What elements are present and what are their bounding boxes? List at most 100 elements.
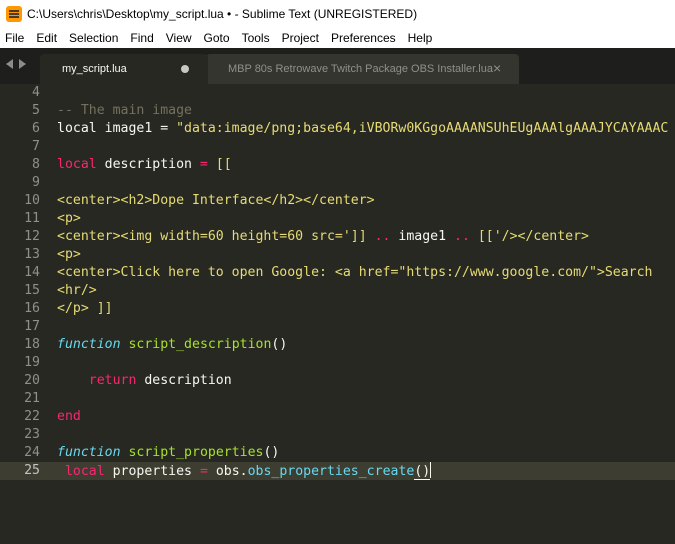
code-token: [[ bbox=[207, 157, 232, 172]
close-icon[interactable]: × bbox=[493, 60, 501, 76]
menu-selection[interactable]: Selection bbox=[64, 31, 125, 45]
code-text: <center>Click here to open Google: <a hr… bbox=[57, 264, 652, 282]
code-token: [['/></center> bbox=[469, 229, 589, 244]
code-line[interactable]: 20 return description bbox=[0, 372, 675, 390]
code-line[interactable]: 12 <center><img width=60 height=60 src=']… bbox=[0, 228, 675, 246]
line-number: 6 bbox=[32, 121, 40, 136]
code-line[interactable]: 21 bbox=[0, 390, 675, 408]
code-token: .. bbox=[366, 229, 391, 244]
menu-goto[interactable]: Goto bbox=[199, 31, 237, 45]
code-line[interactable]: 15 <hr/> bbox=[0, 282, 675, 300]
line-number: 12 bbox=[24, 229, 40, 244]
window-title: C:\Users\chris\Desktop\my_script.lua • -… bbox=[27, 6, 418, 21]
code-line[interactable]: 19 bbox=[0, 354, 675, 372]
code-text: <center><img width=60 height=60 src=']] … bbox=[57, 228, 589, 246]
menu-view[interactable]: View bbox=[161, 31, 199, 45]
code-text: local properties = obs.obs_properties_cr… bbox=[57, 462, 432, 481]
line-number: 5 bbox=[32, 103, 40, 118]
tab-label: my_script.lua bbox=[62, 63, 127, 75]
code-line[interactable]: 22 end bbox=[0, 408, 675, 426]
code-token: obs_properties_create bbox=[247, 464, 415, 479]
code-line[interactable]: 4 bbox=[0, 84, 675, 102]
code-line[interactable]: 16 </p> ]] bbox=[0, 300, 675, 318]
text-caret bbox=[430, 462, 432, 478]
code-token: <center>Click here to open Google: <a hr… bbox=[57, 265, 653, 280]
code-token: obs. bbox=[207, 464, 248, 479]
line-number: 24 bbox=[24, 445, 40, 460]
menu-tools[interactable]: Tools bbox=[237, 31, 277, 45]
code-line[interactable]: 11 <p> bbox=[0, 210, 675, 228]
chevron-right-icon[interactable] bbox=[19, 59, 26, 69]
code-token: <p> bbox=[57, 247, 81, 262]
code-token: image1 bbox=[390, 229, 455, 244]
code-token: () bbox=[271, 337, 288, 352]
line-number: 8 bbox=[32, 157, 40, 172]
line-number: 11 bbox=[24, 211, 40, 226]
code-token: "data:image/png;base64,iVBORw0KGgoAAAANS… bbox=[176, 121, 669, 136]
code-editor[interactable]: 4 5 -- The main image 6 local image1 = "data… bbox=[0, 84, 675, 544]
code-token: </p> ]] bbox=[57, 301, 113, 316]
code-text: function script_description() bbox=[57, 336, 287, 354]
code-token: function bbox=[57, 337, 121, 352]
code-token: = bbox=[199, 157, 208, 172]
tab-obs-installer[interactable]: MBP 80s Retrowave Twitch Package OBS Ins… bbox=[206, 54, 519, 84]
code-token: return bbox=[88, 373, 137, 388]
line-number: 13 bbox=[24, 247, 40, 262]
menu-bar: File Edit Selection Find View Goto Tools… bbox=[0, 27, 675, 48]
line-number: 7 bbox=[32, 139, 40, 154]
code-line[interactable]: 10 <center><h2>Dope Interface</h2></cente… bbox=[0, 192, 675, 210]
line-number: 4 bbox=[32, 85, 40, 100]
menu-edit[interactable]: Edit bbox=[31, 31, 64, 45]
line-number: 19 bbox=[24, 355, 40, 370]
code-text: local image1 = "data:image/png;base64,iV… bbox=[57, 120, 668, 138]
menu-project[interactable]: Project bbox=[277, 31, 326, 45]
tab-bar: MBP 80s Retrowave Twitch Package OBS Ins… bbox=[0, 48, 675, 84]
line-number: 25 bbox=[24, 463, 40, 478]
code-line[interactable]: 17 bbox=[0, 318, 675, 336]
code-token: <p> bbox=[57, 211, 81, 226]
code-line[interactable]: 14 <center>Click here to open Google: <a … bbox=[0, 264, 675, 282]
code-line[interactable]: 7 bbox=[0, 138, 675, 156]
sublime-text-icon bbox=[6, 5, 22, 22]
menu-help[interactable]: Help bbox=[403, 31, 440, 45]
code-token: local bbox=[64, 464, 105, 479]
code-token: = bbox=[199, 464, 208, 479]
code-text: -- The main image bbox=[57, 102, 192, 120]
code-line[interactable]: 9 bbox=[0, 174, 675, 192]
code-token: .. bbox=[454, 229, 470, 244]
code-line[interactable]: 23 bbox=[0, 426, 675, 444]
code-line[interactable]: 8 local description = [[ bbox=[0, 156, 675, 174]
code-line[interactable]: 25 local properties = obs.obs_properties… bbox=[0, 462, 675, 480]
line-number: 15 bbox=[24, 283, 40, 298]
menu-preferences[interactable]: Preferences bbox=[326, 31, 403, 45]
code-token: local image1 = bbox=[57, 121, 177, 136]
code-line[interactable]: 24 function script_properties() bbox=[0, 444, 675, 462]
line-number: 9 bbox=[32, 175, 40, 190]
menu-file[interactable]: File bbox=[0, 31, 31, 45]
line-number: 17 bbox=[24, 319, 40, 334]
code-line[interactable]: 18 function script_description() bbox=[0, 336, 675, 354]
code-token: local bbox=[57, 157, 97, 172]
line-number: 14 bbox=[24, 265, 40, 280]
code-token: <hr/> bbox=[57, 283, 97, 298]
tab-my-script[interactable]: my_script.lua bbox=[40, 54, 208, 84]
code-text: <center><h2>Dope Interface</h2></center> bbox=[57, 192, 375, 210]
code-token: () bbox=[263, 445, 280, 460]
code-line[interactable]: 13 <p> bbox=[0, 246, 675, 264]
code-text: end bbox=[57, 408, 81, 426]
code-line[interactable]: 6 local image1 = "data:image/png;base64,i… bbox=[0, 120, 675, 138]
code-token: script_description bbox=[128, 337, 272, 352]
line-number: 22 bbox=[24, 409, 40, 424]
code-text: function script_properties() bbox=[57, 444, 279, 462]
code-line[interactable]: 5 -- The main image bbox=[0, 102, 675, 120]
code-token: () bbox=[414, 464, 431, 480]
title-bar: C:\Users\chris\Desktop\my_script.lua • -… bbox=[0, 0, 675, 27]
unsaved-dot-icon[interactable] bbox=[181, 65, 189, 73]
code-token: description bbox=[136, 373, 232, 388]
chevron-left-icon[interactable] bbox=[6, 59, 13, 69]
code-text: <p> bbox=[57, 210, 81, 228]
menu-find[interactable]: Find bbox=[125, 31, 160, 45]
code-text: return description bbox=[57, 372, 232, 390]
